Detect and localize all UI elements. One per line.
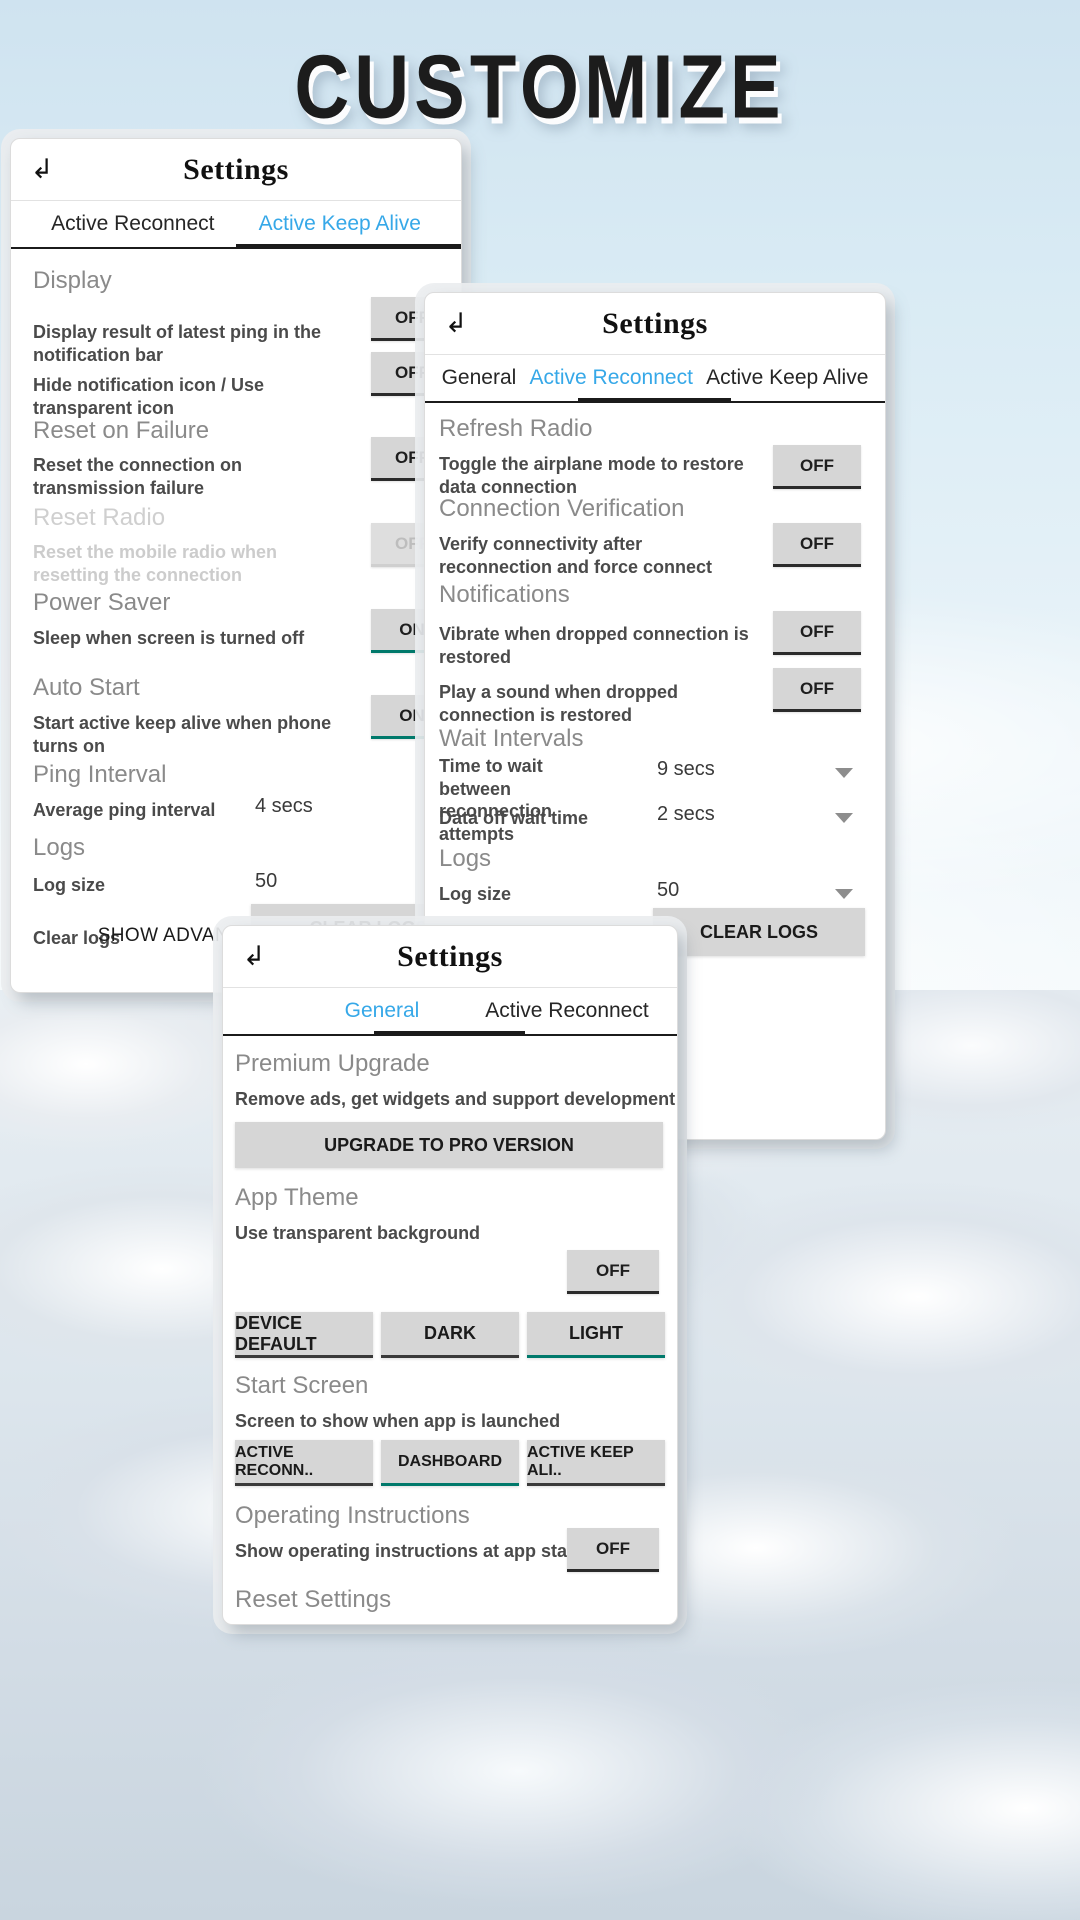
label-refresh-radio: Toggle the airplane mode to restore data… bbox=[439, 454, 744, 497]
label-app-theme-desc: Use transparent background bbox=[235, 1223, 481, 1243]
label-reset-settings-desc: Set all settings back to their default v… bbox=[235, 1624, 599, 1625]
group-power-saver: Power Saver bbox=[33, 589, 171, 616]
theme-option-light[interactable]: LIGHT bbox=[527, 1312, 665, 1358]
start-screen-option-active-reconnect[interactable]: ACTIVE RECONN.. bbox=[235, 1440, 373, 1486]
group-auto-start: Auto Start bbox=[33, 674, 140, 701]
label-premium-desc: Remove ads, get widgets and support deve… bbox=[235, 1089, 676, 1109]
panel1-title-bar: ↲ Settings bbox=[11, 139, 461, 201]
panel3-content: Premium Upgrade Remove ads, get widgets … bbox=[223, 1036, 677, 1625]
label-log-size: Log size bbox=[439, 884, 512, 904]
tab-general[interactable]: General bbox=[435, 366, 523, 390]
panel3-title-bar: ↲ Settings bbox=[223, 926, 677, 988]
toggle-transparent-background[interactable]: OFF bbox=[567, 1250, 659, 1294]
chevron-down-icon[interactable] bbox=[835, 768, 853, 778]
panel1-tab-bar: Active Reconnect Active Keep Alive bbox=[11, 201, 461, 249]
value-data-off-wait[interactable]: 2 secs bbox=[657, 803, 715, 826]
label-time-to-wait: Time to wait between reconnection attemp… bbox=[439, 756, 553, 844]
toggle-operating-instructions[interactable]: OFF bbox=[567, 1528, 659, 1572]
clear-logs-button[interactable]: CLEAR LOGS bbox=[653, 908, 865, 956]
label-operating-instructions-desc: Show operating instructions at app start… bbox=[235, 1541, 603, 1561]
back-arrow-icon[interactable]: ↲ bbox=[441, 309, 471, 339]
settings-panel-keep-alive: ↲ Settings Active Reconnect Active Keep … bbox=[10, 138, 462, 993]
chevron-down-icon[interactable] bbox=[835, 813, 853, 823]
start-screen-option-dashboard[interactable]: DASHBOARD bbox=[381, 1440, 519, 1486]
value-log-size[interactable]: 50 bbox=[255, 870, 277, 893]
label-hide-notification-icon: Hide notification icon / Use transparent… bbox=[33, 375, 265, 418]
label-reset-radio: Reset the mobile radio when resetting th… bbox=[33, 542, 278, 585]
label-average-ping-interval: Average ping interval bbox=[33, 800, 216, 820]
panel1-title: Settings bbox=[183, 152, 289, 186]
label-display-ping-result: Display result of latest ping in the not… bbox=[33, 322, 322, 365]
group-reset-settings: Reset Settings bbox=[235, 1586, 392, 1613]
panel2-tab-bar: General Active Reconnect Active Keep Ali… bbox=[425, 355, 885, 403]
label-power-saver: Sleep when screen is turned off bbox=[33, 628, 305, 648]
tab-active-keep-alive[interactable]: Active Keep Alive bbox=[700, 366, 875, 390]
page-title: CUSTOMIZE bbox=[294, 37, 786, 138]
group-logs: Logs bbox=[439, 845, 492, 872]
tab-active-reconnect[interactable]: Active Reconnect bbox=[467, 999, 667, 1023]
toggle-refresh-radio[interactable]: OFF bbox=[773, 445, 861, 489]
toggle-connection-verification[interactable]: OFF bbox=[773, 523, 861, 567]
group-connection-verification: Connection Verification bbox=[439, 495, 685, 522]
group-refresh-radio: Refresh Radio bbox=[439, 415, 593, 442]
back-arrow-icon[interactable]: ↲ bbox=[239, 942, 269, 972]
panel3-title: Settings bbox=[397, 939, 503, 973]
group-logs: Logs bbox=[33, 834, 86, 861]
group-premium-upgrade: Premium Upgrade bbox=[235, 1050, 430, 1077]
group-reset-radio: Reset Radio bbox=[33, 504, 166, 531]
group-reset-on-failure: Reset on Failure bbox=[33, 417, 210, 444]
label-log-size: Log size bbox=[33, 875, 106, 895]
theme-option-device-default[interactable]: DEVICE DEFAULT bbox=[235, 1312, 373, 1358]
group-app-theme: App Theme bbox=[235, 1184, 359, 1211]
group-start-screen: Start Screen bbox=[235, 1372, 369, 1399]
back-arrow-icon[interactable]: ↲ bbox=[27, 155, 57, 185]
chevron-down-icon[interactable] bbox=[835, 889, 853, 899]
theme-option-dark[interactable]: DARK bbox=[381, 1312, 519, 1358]
panel2-title: Settings bbox=[602, 306, 708, 340]
group-display: Display bbox=[33, 267, 112, 294]
group-notifications: Notifications bbox=[439, 581, 570, 608]
tab-general[interactable]: General bbox=[297, 999, 467, 1023]
value-average-ping-interval[interactable]: 4 secs bbox=[255, 795, 313, 818]
label-vibrate-restored: Vibrate when dropped connection is resto… bbox=[439, 624, 749, 667]
label-data-off-wait: Data off wait time bbox=[439, 808, 589, 828]
upgrade-to-pro-button[interactable]: UPGRADE TO PRO VERSION bbox=[235, 1122, 663, 1168]
tab-active-keep-alive[interactable]: Active Keep Alive bbox=[237, 212, 443, 236]
tab-active-reconnect[interactable]: Active Reconnect bbox=[523, 366, 700, 390]
value-log-size[interactable]: 50 bbox=[657, 879, 679, 902]
label-auto-start: Start active keep alive when phone turns… bbox=[33, 713, 332, 756]
label-reset-on-failure: Reset the connection on transmission fai… bbox=[33, 455, 243, 498]
panel3-tab-bar: General Active Reconnect bbox=[223, 988, 677, 1036]
toggle-play-sound-restored[interactable]: OFF bbox=[773, 668, 861, 712]
group-operating-instructions: Operating Instructions bbox=[235, 1502, 470, 1529]
settings-panel-general: ↲ Settings General Active Reconnect Prem… bbox=[222, 925, 678, 1625]
group-wait-intervals: Wait Intervals bbox=[439, 725, 584, 752]
panel1-content: Display Display result of latest ping in… bbox=[11, 249, 461, 992]
start-screen-option-active-keep-alive[interactable]: ACTIVE KEEP ALI.. bbox=[527, 1440, 665, 1486]
value-time-to-wait[interactable]: 9 secs bbox=[657, 758, 715, 781]
label-play-sound-restored: Play a sound when dropped connection is … bbox=[439, 682, 679, 725]
tab-active-reconnect[interactable]: Active Reconnect bbox=[29, 212, 237, 236]
group-ping-interval: Ping Interval bbox=[33, 761, 167, 788]
label-start-screen-desc: Screen to show when app is launched bbox=[235, 1411, 561, 1431]
toggle-vibrate-restored[interactable]: OFF bbox=[773, 611, 861, 655]
label-connection-verification: Verify connectivity after reconnection a… bbox=[439, 534, 713, 577]
panel2-title-bar: ↲ Settings bbox=[425, 293, 885, 355]
